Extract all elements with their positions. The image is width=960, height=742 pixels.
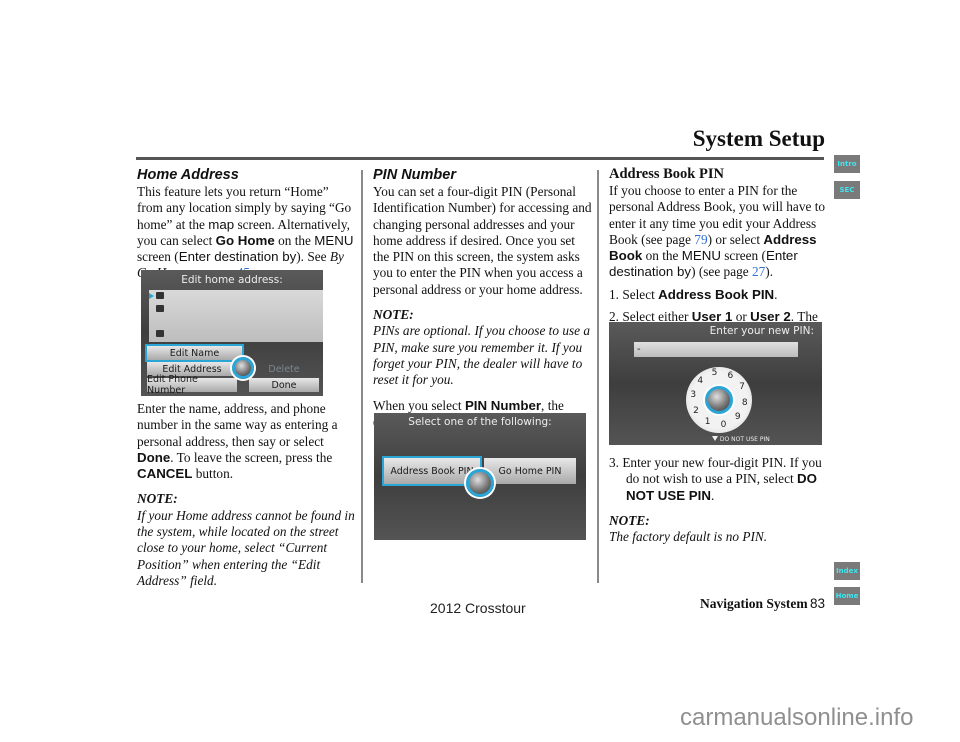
- dial-digit-4[interactable]: 4: [695, 376, 705, 386]
- interface-knob: [232, 357, 254, 379]
- home-address-instructions: Enter the name, address, and phone numbe…: [137, 401, 355, 589]
- text: . To leave the screen, press the: [170, 449, 333, 465]
- screen-title: Select one of the following:: [408, 416, 552, 428]
- home-tab[interactable]: Home: [834, 587, 860, 605]
- address-preview-box: [149, 290, 323, 342]
- text: Enter your new four-digit PIN. If you do…: [622, 455, 822, 487]
- dial-digit-5[interactable]: 5: [709, 368, 719, 378]
- paragraph: If you choose to enter a PIN for the per…: [609, 183, 827, 281]
- phone-icon: [156, 330, 164, 337]
- edit-name-button[interactable]: Edit Name: [145, 344, 244, 362]
- cursor-arrow-icon: [149, 293, 154, 299]
- header-rule: [136, 157, 824, 160]
- note-label: NOTE:: [609, 512, 650, 528]
- address-book-pin-continued: 3. Enter your new four-digit PIN. If you…: [609, 455, 827, 545]
- dial-digit-2[interactable]: 2: [691, 406, 701, 416]
- text: .: [774, 286, 778, 302]
- step-number: 1.: [609, 286, 619, 302]
- page-number: 83: [810, 596, 826, 611]
- text: .: [710, 487, 715, 503]
- person-icon: [156, 292, 164, 299]
- step-item: 1. Select Address Book PIN.: [609, 287, 827, 303]
- index-tab[interactable]: Index: [834, 562, 860, 580]
- paragraph: You can set a four-digit PIN (Personal I…: [373, 184, 592, 297]
- section-heading: PIN Number: [373, 167, 456, 183]
- paragraph: This feature lets you return “Home” from…: [137, 184, 355, 282]
- interface-knob: [466, 469, 494, 497]
- text: screen (: [137, 249, 179, 265]
- done-button[interactable]: Done: [249, 378, 319, 392]
- pin-number-section: PIN Number You can set a four-digit PIN …: [373, 166, 593, 430]
- go-home-pin-button[interactable]: Go Home PIN: [484, 458, 576, 484]
- dial-digit-8[interactable]: 8: [740, 398, 750, 408]
- screen-title: Enter your new PIN:: [709, 325, 814, 337]
- enter-new-pin-screen: Enter your new PIN: - 567 8 9012 3 4 DO NOT …: [609, 322, 822, 445]
- section-heading: Home Address: [137, 167, 239, 183]
- note-label: NOTE:: [373, 307, 414, 323]
- dial-digit-0[interactable]: 0: [719, 420, 729, 430]
- note-text: If your Home address cannot be found in …: [137, 507, 355, 588]
- down-arrow-icon: [712, 436, 718, 441]
- delete-button[interactable]: Delete: [249, 362, 319, 376]
- text: MENU: [314, 232, 354, 248]
- note-text: PINs are optional. If you choose to use …: [373, 323, 591, 388]
- address-icon: [156, 305, 164, 312]
- do-not-use-pin-option[interactable]: DO NOT USE PIN: [712, 436, 770, 443]
- dial-digit-3[interactable]: 3: [688, 390, 698, 400]
- text: Address Book PIN: [658, 286, 775, 302]
- intro-tab[interactable]: Intro: [834, 155, 860, 173]
- text: on the: [642, 248, 682, 264]
- text: ).: [765, 264, 774, 280]
- column-divider: [361, 170, 363, 583]
- dial-digit-1[interactable]: 1: [703, 417, 713, 427]
- text: map: [208, 216, 235, 232]
- dial-digit-7[interactable]: 7: [737, 382, 747, 392]
- page-link[interactable]: 27: [752, 264, 765, 279]
- section-heading: Address Book PIN: [609, 166, 724, 182]
- text: PIN Number: [464, 397, 542, 413]
- text: MENU: [681, 248, 721, 264]
- text: ) or select: [707, 231, 764, 247]
- home-address-section: Home Address This feature lets you retur…: [137, 166, 355, 282]
- interface-knob: [705, 386, 733, 414]
- paragraph: Enter the name, address, and phone numbe…: [137, 401, 355, 482]
- text: Go Home: [215, 232, 275, 248]
- footer-section-name: Navigation System: [700, 596, 808, 611]
- edit-home-address-screen: Edit home address: Edit Name Edit Addres…: [141, 270, 323, 396]
- text: Done: [137, 449, 171, 465]
- text: screen (: [720, 248, 766, 264]
- text: Enter the name, address, and phone numbe…: [137, 401, 338, 449]
- note-label: NOTE:: [137, 491, 178, 507]
- text: ). See: [296, 249, 330, 265]
- screen-title: Edit home address:: [181, 274, 283, 286]
- sec-tab[interactable]: SEC: [834, 181, 860, 199]
- column-divider: [597, 170, 599, 583]
- text: on the: [274, 232, 315, 248]
- text: CANCEL: [137, 466, 193, 482]
- edit-phone-number-button[interactable]: Edit Phone Number: [147, 374, 237, 396]
- text: When you select: [373, 397, 465, 413]
- dial-digit-6[interactable]: 6: [725, 371, 735, 381]
- page-link[interactable]: 79: [694, 232, 707, 247]
- address-book-pin-section: Address Book PIN If you choose to enter …: [609, 166, 827, 342]
- text: ) (see page: [691, 264, 752, 280]
- pin-input[interactable]: -: [634, 342, 798, 357]
- page-title: System Setup: [692, 126, 825, 151]
- do-not-use-pin-label: DO NOT USE PIN: [719, 436, 770, 443]
- dial-digit-9[interactable]: 9: [733, 412, 743, 422]
- text: button.: [192, 466, 234, 482]
- select-pin-type-screen: Select one of the following: Address Boo…: [374, 413, 586, 540]
- text: Enter destination by: [178, 249, 297, 265]
- step-number: 3.: [609, 455, 619, 470]
- watermark[interactable]: carmanualsonline.info: [680, 704, 913, 732]
- text: Select: [622, 286, 659, 302]
- note-text: The factory default is no PIN.: [609, 529, 768, 545]
- vehicle-model: 2012 Crosstour: [430, 600, 526, 616]
- step-item: 3. Enter your new four-digit PIN. If you…: [609, 455, 827, 504]
